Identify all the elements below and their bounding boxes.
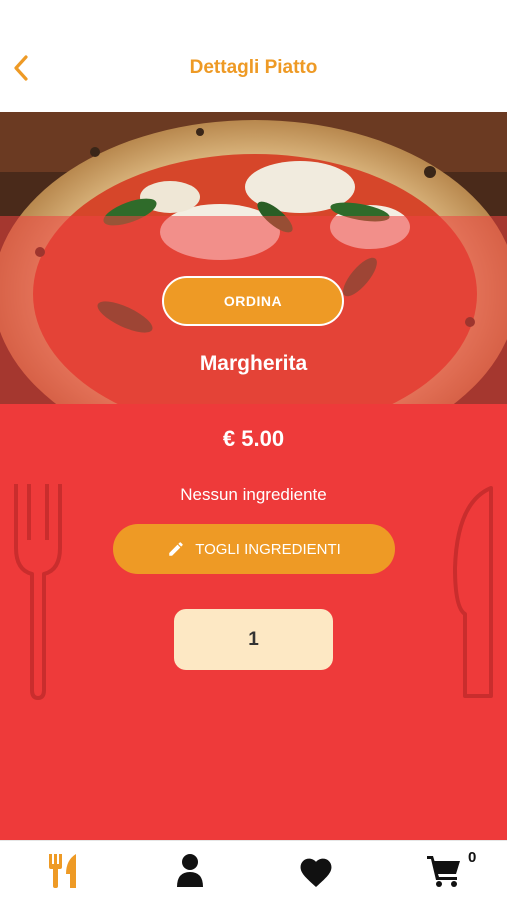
order-button[interactable]: ORDINA: [162, 276, 344, 326]
tab-profile[interactable]: [168, 851, 212, 891]
dish-details: € 5.00 Nessun ingrediente TOGLI INGREDIE…: [0, 404, 507, 840]
pencil-icon: [169, 542, 183, 556]
cart-icon: [427, 856, 460, 887]
fork-decoration-icon: [14, 484, 62, 700]
tab-menu[interactable]: [42, 851, 86, 891]
cart-count-badge: 0: [468, 849, 477, 866]
dish-name: Margherita: [199, 352, 308, 375]
knife-decoration-icon: [453, 486, 493, 698]
page-title: Dettagli Piatto: [189, 57, 318, 78]
fork-knife-icon: [49, 854, 76, 888]
quantity-field[interactable]: 1: [174, 609, 333, 670]
remove-ingredients-button[interactable]: TOGLI INGREDIENTI: [113, 524, 395, 574]
ingredients-text: Nessun ingrediente: [180, 485, 327, 504]
tab-bar: 0: [0, 840, 507, 900]
tab-cart[interactable]: [422, 851, 466, 891]
heart-icon: [300, 858, 332, 887]
user-icon: [177, 854, 203, 887]
remove-ingredients-label: TOGLI INGREDIENTI: [195, 540, 341, 558]
dish-price: € 5.00: [222, 426, 285, 451]
header: Dettagli Piatto: [0, 0, 507, 112]
tab-favorites[interactable]: [294, 851, 338, 891]
